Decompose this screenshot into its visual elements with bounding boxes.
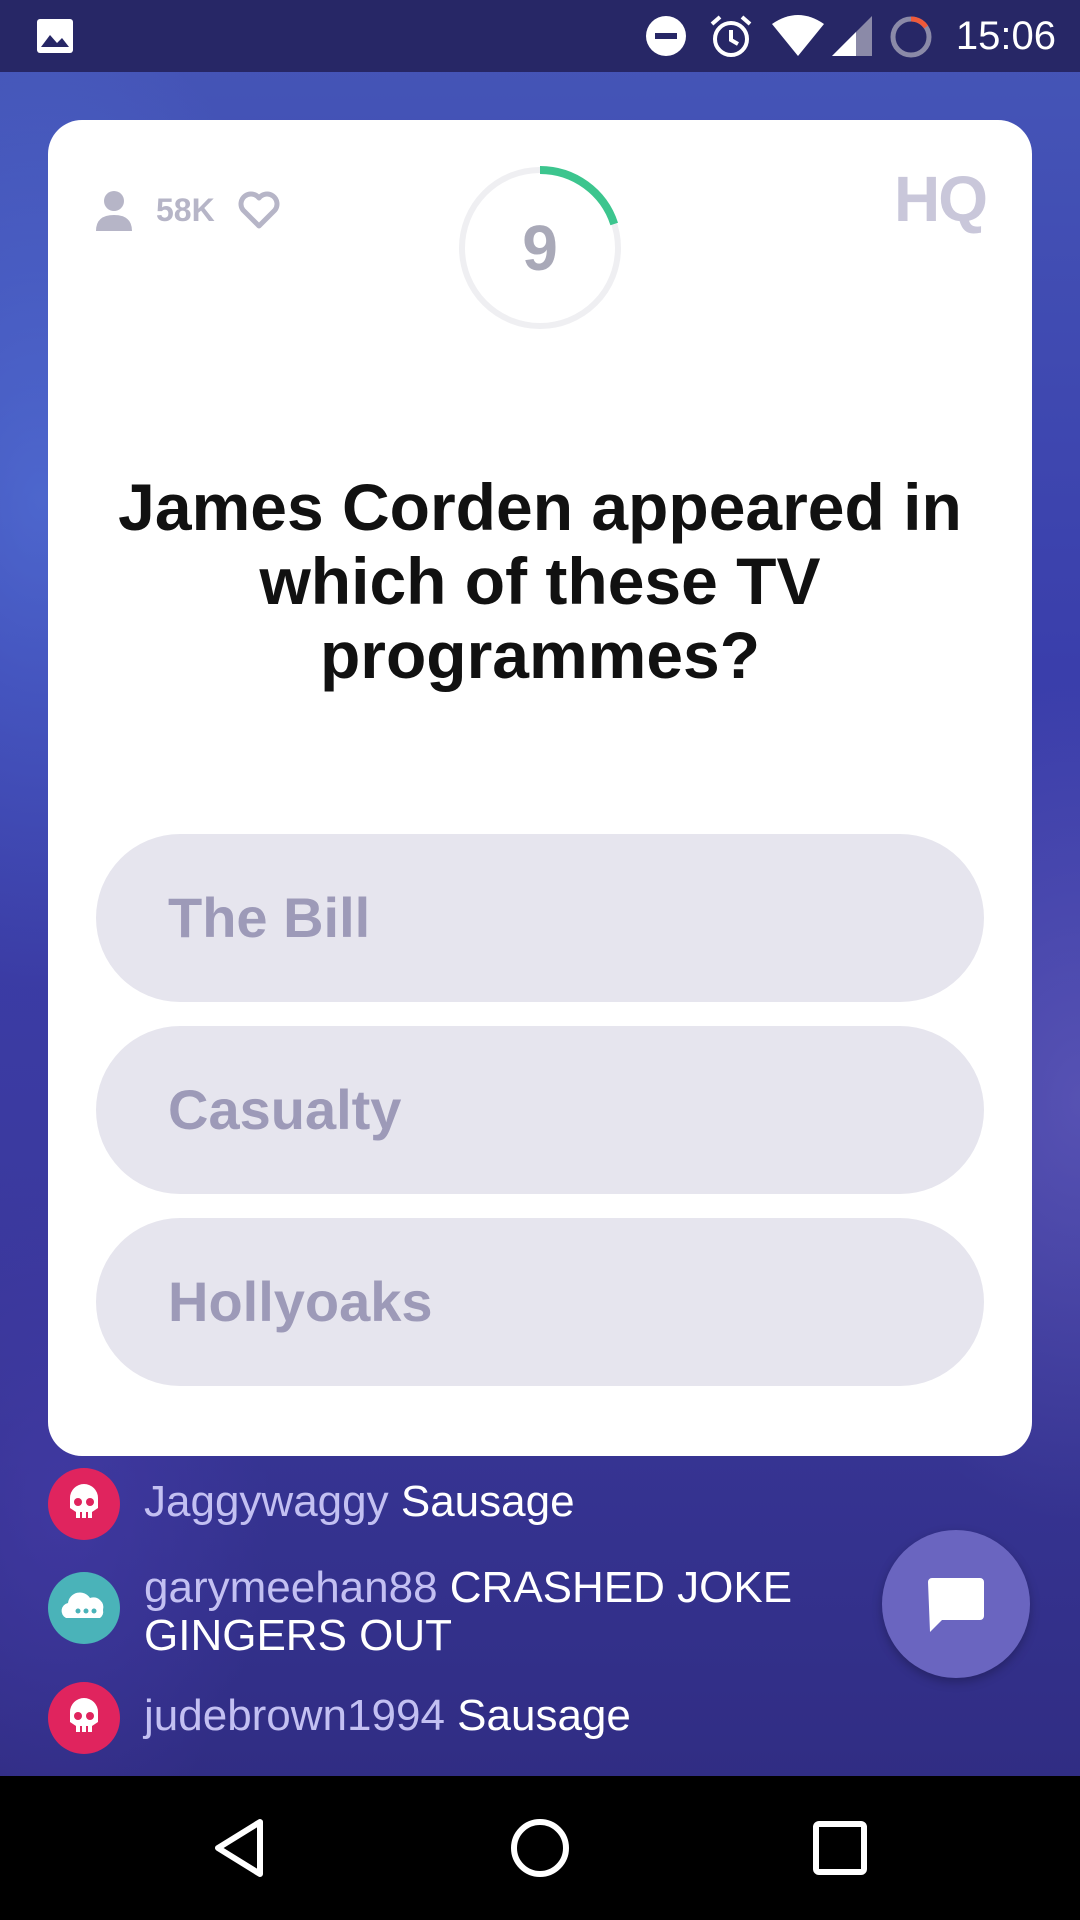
avatar bbox=[48, 1468, 120, 1540]
alarm-icon bbox=[710, 15, 752, 57]
chat-bubble-icon bbox=[928, 1578, 984, 1632]
chat-username: judebrown1994 bbox=[144, 1691, 445, 1740]
timer-value: 9 bbox=[522, 212, 558, 284]
chat-text: Jaggywaggy Sausage bbox=[144, 1478, 884, 1526]
countdown-timer: 9 bbox=[456, 164, 624, 332]
chat-text: garymeehan88 CRASHED JOKE GINGERS OUT bbox=[144, 1564, 884, 1660]
chat-body: Sausage bbox=[457, 1691, 631, 1740]
question-text: James Corden appeared in which of these … bbox=[118, 470, 962, 692]
viewer-count-group: 58K bbox=[94, 180, 281, 240]
viewer-count: 58K bbox=[156, 191, 215, 228]
answer-label: Casualty bbox=[168, 1078, 402, 1141]
answer-option-3[interactable]: Hollyoaks bbox=[96, 1218, 984, 1386]
battery-icon bbox=[890, 16, 932, 58]
chat-text: judebrown1994 Sausage bbox=[144, 1692, 884, 1740]
wifi-icon bbox=[772, 15, 824, 56]
home-icon[interactable] bbox=[504, 1812, 576, 1884]
avatar bbox=[48, 1572, 120, 1644]
chat-username: Jaggywaggy bbox=[144, 1477, 389, 1526]
clock: 15:06 bbox=[955, 14, 1056, 58]
hq-logo: HQ bbox=[894, 163, 988, 235]
do-not-disturb-icon bbox=[646, 16, 686, 56]
user-icon bbox=[96, 191, 132, 231]
status-bar: 15:06 bbox=[0, 0, 1080, 72]
chat-body: Sausage bbox=[400, 1477, 575, 1526]
skull-icon bbox=[70, 1484, 98, 1518]
image-icon bbox=[37, 19, 73, 53]
avatar bbox=[48, 1682, 120, 1754]
answer-option-1[interactable]: The Bill bbox=[96, 834, 984, 1002]
navigation-bar bbox=[0, 1776, 1080, 1920]
chat-username: garymeehan88 bbox=[144, 1563, 438, 1612]
heart-icon[interactable] bbox=[237, 190, 281, 230]
cloud-icon bbox=[61, 1592, 104, 1618]
signal-icon bbox=[832, 16, 872, 56]
answer-option-2[interactable]: Casualty bbox=[96, 1026, 984, 1194]
back-icon[interactable] bbox=[204, 1812, 276, 1884]
question-card: 58K 9 HQ James Corden appeared in which … bbox=[48, 120, 1032, 1456]
chat-button[interactable] bbox=[882, 1530, 1030, 1678]
recents-icon[interactable] bbox=[804, 1812, 876, 1884]
skull-icon bbox=[70, 1698, 98, 1732]
answer-label: The Bill bbox=[168, 886, 371, 949]
answer-label: Hollyoaks bbox=[168, 1270, 433, 1333]
